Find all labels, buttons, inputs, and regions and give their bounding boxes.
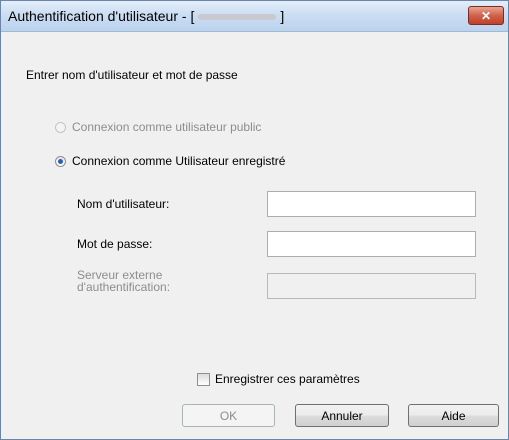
- auth-dialog: Authentification d'utilisateur - [] ✕ En…: [0, 0, 509, 440]
- instruction-text: Entrer nom d'utilisateur et mot de passe: [26, 68, 238, 82]
- password-label: Mot de passe:: [77, 237, 153, 251]
- redacted-name: [198, 14, 277, 21]
- title-bar[interactable]: Authentification d'utilisateur - [] ✕: [1, 1, 508, 32]
- ok-button: OK: [182, 404, 275, 427]
- save-settings-checkbox[interactable]: [197, 372, 210, 386]
- save-settings-option[interactable]: Enregistrer ces paramètres: [197, 372, 360, 386]
- public-login-radio: [55, 121, 66, 133]
- registered-login-radio[interactable]: [55, 155, 66, 167]
- public-login-option: Connexion comme utilisateur public: [55, 120, 261, 134]
- help-button[interactable]: Aide: [408, 404, 499, 427]
- username-label: Nom d'utilisateur:: [77, 197, 170, 211]
- username-input[interactable]: [267, 191, 476, 217]
- save-settings-label: Enregistrer ces paramètres: [215, 372, 360, 386]
- registered-login-option[interactable]: Connexion comme Utilisateur enregistré: [55, 154, 285, 168]
- dialog-title: Authentification d'utilisateur - []: [8, 8, 284, 24]
- password-input[interactable]: [267, 231, 476, 257]
- dialog-title-prefix: Authentification d'utilisateur - [: [8, 8, 195, 24]
- auth-server-input: [267, 273, 476, 299]
- registered-login-label: Connexion comme Utilisateur enregistré: [72, 154, 286, 168]
- close-button[interactable]: ✕: [468, 6, 504, 25]
- auth-server-label-line2: d'authentification:: [77, 280, 171, 294]
- dialog-title-suffix: ]: [280, 8, 285, 24]
- cancel-button[interactable]: Annuler: [295, 404, 389, 427]
- auth-server-label: Serveur externe d'authentification:: [77, 269, 170, 293]
- close-icon: ✕: [480, 8, 492, 23]
- public-login-label: Connexion comme utilisateur public: [72, 120, 262, 134]
